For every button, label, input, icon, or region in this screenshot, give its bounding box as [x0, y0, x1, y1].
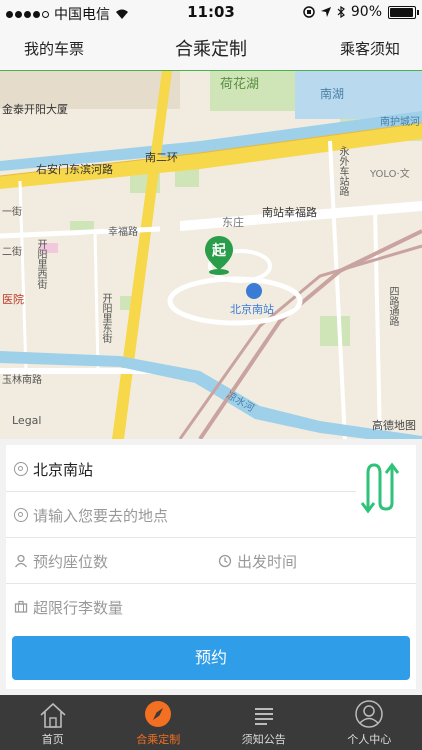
map-label: 右安门东滨河路 — [36, 163, 113, 176]
clock-icon — [218, 554, 232, 568]
list-icon — [254, 708, 273, 725]
time-placeholder: 出发时间 — [237, 552, 298, 571]
map-label: 金泰开阳大厦 — [2, 103, 68, 116]
origin-value: 北京南站 — [33, 460, 94, 479]
map-view[interactable]: 荷花湖 南湖 金泰开阳大厦 南护城河 右安门东滨河路 南二环 永外车站路 YOL… — [0, 71, 422, 439]
map-label: 南二环 — [145, 151, 178, 164]
bluetooth-icon — [337, 6, 345, 18]
start-pin-icon[interactable]: 起 — [202, 234, 236, 276]
origin-field[interactable]: 北京南站 — [6, 447, 356, 491]
tab-profile-label: 个人中心 — [347, 733, 392, 746]
map-label: 永外车站路 — [337, 146, 348, 196]
divider — [6, 537, 416, 538]
rotation-lock-icon — [303, 6, 315, 18]
map-label: 东庄 — [222, 216, 244, 229]
map-provider: 高德地图 — [372, 419, 416, 432]
departure-time-input[interactable]: 出发时间 — [210, 539, 410, 583]
start-pin-label: 起 — [212, 243, 226, 259]
map-label: 四路通路 — [387, 286, 398, 326]
map-label: 玉林南路 — [2, 375, 42, 386]
status-bar: 中国电信 11:03 90% — [0, 0, 422, 24]
compass-icon — [145, 701, 172, 727]
tab-carpool[interactable]: 合乘定制 — [106, 695, 212, 750]
tab-profile[interactable]: 个人中心 — [317, 695, 422, 750]
origin-icon — [14, 462, 28, 476]
map-label: 开阳里东街 — [100, 293, 111, 343]
passenger-notice-button[interactable]: 乘客须知 — [340, 38, 400, 59]
station-label: 北京南站 — [230, 303, 274, 316]
luggage-icon — [14, 600, 28, 613]
nav-bar: 我的车票 合乘定制 乘客须知 — [0, 24, 422, 71]
luggage-input[interactable]: 超限行李数量 — [6, 585, 356, 629]
location-icon — [320, 7, 331, 17]
map-label: 一街 — [2, 207, 22, 218]
swap-icon[interactable] — [360, 459, 408, 515]
map-label: YOLO·文 — [370, 169, 410, 180]
tab-carpool-label: 合乘定制 — [136, 733, 181, 746]
user-icon — [355, 700, 383, 728]
seats-input[interactable]: 预约座位数 — [6, 539, 206, 583]
battery-icon — [388, 5, 419, 19]
user-icon — [14, 554, 28, 568]
map-label: 南湖 — [320, 87, 345, 101]
home-icon — [40, 702, 66, 728]
tab-home-label: 首页 — [41, 733, 64, 746]
seats-placeholder: 预约座位数 — [33, 552, 109, 571]
destination-placeholder: 请输入您要去的地点 — [33, 506, 169, 525]
destination-input[interactable]: 请输入您要去的地点 — [6, 493, 356, 537]
map-label: 幸福路 — [108, 227, 138, 238]
tab-home[interactable]: 首页 — [0, 695, 106, 750]
map-label: 开阳里西街 — [35, 239, 46, 289]
luggage-placeholder: 超限行李数量 — [33, 598, 124, 617]
book-button[interactable]: 预约 — [12, 636, 410, 680]
map-label: 二街 — [2, 247, 22, 258]
map-label: 南护城河 — [380, 117, 420, 128]
tab-notice-label: 须知公告 — [241, 733, 286, 746]
map-label: 南站幸福路 — [262, 206, 317, 219]
battery-percent: 90% — [350, 4, 382, 20]
tab-notice[interactable]: 须知公告 — [211, 695, 317, 750]
destination-icon — [14, 508, 28, 522]
station-icon — [246, 283, 262, 299]
map-label: 荷花湖 — [220, 77, 260, 92]
map-label: 医院 — [2, 293, 24, 306]
tab-bar: 首页 合乘定制 须知公告 个人中心 — [0, 695, 422, 750]
map-legal-link[interactable]: Legal — [12, 414, 41, 427]
divider — [6, 583, 416, 584]
divider — [6, 491, 356, 492]
